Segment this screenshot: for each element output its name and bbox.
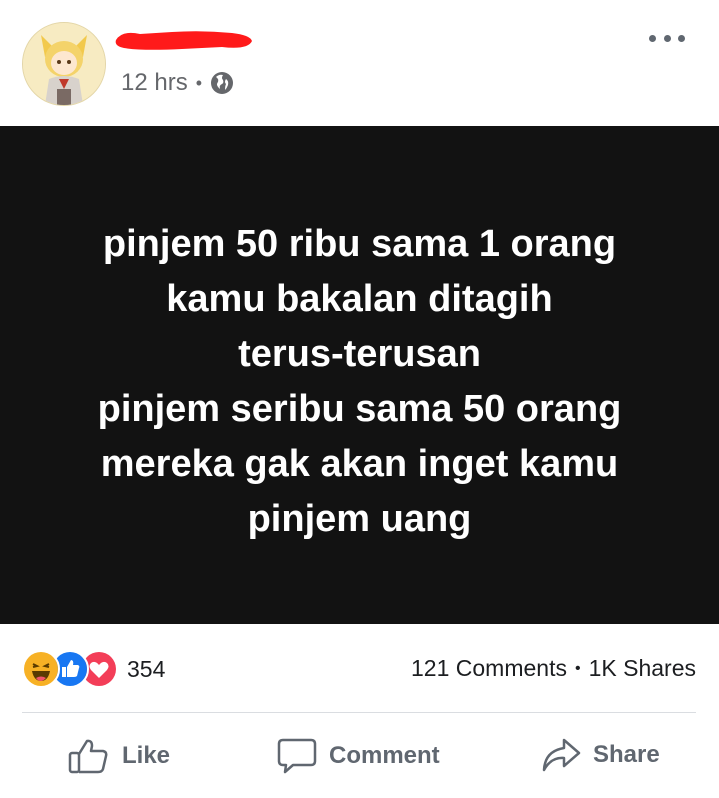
like-button[interactable]: Like [68,737,170,775]
post-meta: 12 hrs • [121,68,234,98]
post-text: pinjem 50 ribu sama 1 orang kamu bakalan… [98,217,622,547]
reactions-summary[interactable]: 354 [22,650,165,688]
comment-icon [277,737,317,775]
more-dot [663,34,671,42]
reaction-count: 354 [127,655,166,682]
share-label: Share [593,741,660,768]
content-line: pinjem seribu sama 50 orang [97,388,622,430]
post-actions: Like Comment Share [0,713,719,798]
more-options-button[interactable] [649,30,685,46]
post-stats: 354 121 Comments • 1K Shares [0,624,719,712]
thumbs-up-icon [68,737,110,775]
content-line: pinjem 50 ribu sama 1 orang [102,223,617,265]
counts-separator: • [574,659,581,677]
shares-count-link[interactable]: 1K Shares [589,655,696,682]
more-horizontal-icon [649,34,656,42]
comment-button[interactable]: Comment [277,737,440,775]
share-button[interactable]: Share [541,737,660,773]
post-content[interactable]: pinjem 50 ribu sama 1 orang kamu bakalan… [0,126,719,624]
more-dot [678,34,685,42]
content-line: terus-terusan [238,333,481,375]
avatar-illustration [23,23,105,105]
name-redaction [115,31,253,50]
avatar[interactable] [22,22,106,106]
haha-icon [22,650,60,688]
content-line: mereka gak akan inget kamu [100,443,619,485]
globe-icon [210,71,234,95]
facebook-post: 12 hrs • pinjem 50 ribu sama 1 orang kam… [0,0,719,798]
content-line: pinjem uang [247,498,472,540]
meta-separator: • [195,72,203,93]
post-time[interactable]: 12 hrs [121,69,188,97]
comments-count-link[interactable]: 121 Comments [411,655,567,682]
comment-label: Comment [329,742,440,769]
content-line: kamu bakalan ditagih [166,278,553,320]
like-label: Like [122,742,171,769]
engagement-counts: 121 Comments • 1K Shares [411,655,696,682]
share-icon [541,737,581,773]
post-header: 12 hrs • [0,0,719,126]
